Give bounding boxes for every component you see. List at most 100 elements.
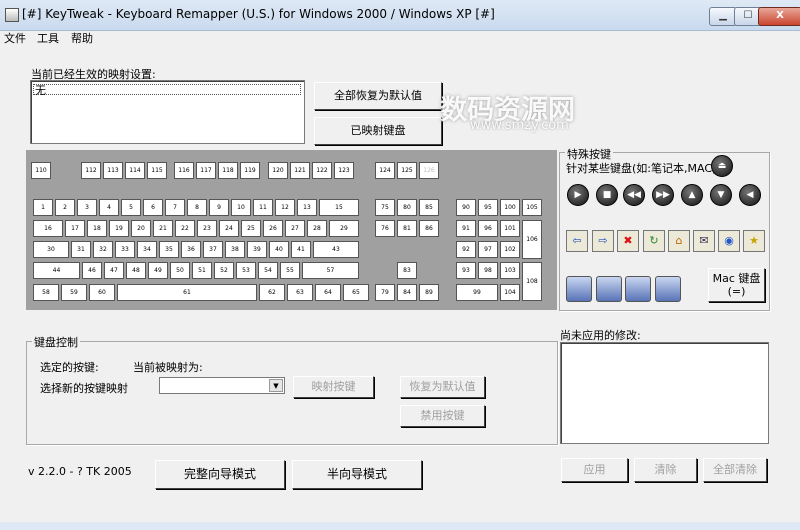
key-126[interactable]: 126 (419, 162, 439, 179)
key-106[interactable]: 106 (522, 220, 542, 259)
key-40[interactable]: 40 (269, 241, 289, 258)
key-89[interactable]: 89 (419, 284, 439, 301)
key-90[interactable]: 90 (456, 199, 476, 216)
key-80[interactable]: 80 (397, 199, 417, 216)
eject-icon[interactable]: ⏏ (711, 155, 733, 177)
mail-icon[interactable]: ✉ (693, 230, 715, 252)
key-59[interactable]: 59 (61, 284, 87, 301)
key-20[interactable]: 20 (131, 220, 151, 237)
key-16[interactable]: 16 (33, 220, 63, 237)
key-12[interactable]: 12 (275, 199, 295, 216)
key-47[interactable]: 47 (104, 262, 124, 279)
key-113[interactable]: 113 (103, 162, 123, 179)
back-arrow-icon[interactable]: ⇦ (566, 230, 588, 252)
key-35[interactable]: 35 (159, 241, 179, 258)
key-99[interactable]: 99 (456, 284, 498, 301)
key-60[interactable]: 60 (89, 284, 115, 301)
half-wizard-button[interactable]: 半向导模式 (292, 460, 422, 489)
key-46[interactable]: 46 (82, 262, 102, 279)
key-3[interactable]: 3 (77, 199, 97, 216)
key-92[interactable]: 92 (456, 241, 476, 258)
key-32[interactable]: 32 (93, 241, 113, 258)
current-mappings-item[interactable]: 无 (33, 84, 301, 96)
key-25[interactable]: 25 (241, 220, 261, 237)
key-64[interactable]: 64 (315, 284, 341, 301)
key-122[interactable]: 122 (312, 162, 332, 179)
key-102[interactable]: 102 (500, 241, 520, 258)
key-116[interactable]: 116 (174, 162, 194, 179)
key-4[interactable]: 4 (99, 199, 119, 216)
stop-icon[interactable]: ■ (596, 184, 618, 206)
key-23[interactable]: 23 (197, 220, 217, 237)
key-22[interactable]: 22 (175, 220, 195, 237)
key-54[interactable]: 54 (258, 262, 278, 279)
volume-up-icon[interactable]: ▲ (681, 184, 703, 206)
key-97[interactable]: 97 (478, 241, 498, 258)
key-9[interactable]: 9 (209, 199, 229, 216)
key-17[interactable]: 17 (65, 220, 85, 237)
key-76[interactable]: 76 (375, 220, 395, 237)
key-125[interactable]: 125 (397, 162, 417, 179)
key-63[interactable]: 63 (287, 284, 313, 301)
show-mapped-button[interactable]: 已映射键盘 (314, 117, 442, 145)
key-52[interactable]: 52 (214, 262, 234, 279)
key-5[interactable]: 5 (121, 199, 141, 216)
key-115[interactable]: 115 (147, 162, 167, 179)
key-44[interactable]: 44 (33, 262, 80, 279)
disable-key-button[interactable]: 禁用按键 (400, 405, 485, 427)
forward-arrow-icon[interactable]: ⇨ (592, 230, 614, 252)
new-mapping-select[interactable]: ▼ (159, 377, 285, 394)
key-37[interactable]: 37 (203, 241, 223, 258)
current-mappings-list[interactable]: 无 (30, 80, 305, 144)
key-110[interactable]: 110 (31, 162, 51, 179)
key-85[interactable]: 85 (419, 199, 439, 216)
key-108[interactable]: 108 (522, 262, 542, 301)
chevron-down-icon[interactable]: ▼ (269, 379, 283, 392)
key-93[interactable]: 93 (456, 262, 476, 279)
key-86[interactable]: 86 (419, 220, 439, 237)
key-53[interactable]: 53 (236, 262, 256, 279)
computer-icon[interactable] (625, 276, 651, 302)
key-105[interactable]: 105 (522, 199, 542, 216)
key-81[interactable]: 81 (397, 220, 417, 237)
key-91[interactable]: 91 (456, 220, 476, 237)
key-101[interactable]: 101 (500, 220, 520, 237)
key-11[interactable]: 11 (253, 199, 273, 216)
key-61[interactable]: 61 (117, 284, 257, 301)
key-28[interactable]: 28 (307, 220, 327, 237)
home-icon[interactable]: ⌂ (668, 230, 690, 252)
key-1[interactable]: 1 (33, 199, 53, 216)
key-120[interactable]: 120 (268, 162, 288, 179)
key-19[interactable]: 19 (109, 220, 129, 237)
restore-all-button[interactable]: 全部恢复为默认值 (314, 82, 442, 110)
web-icon[interactable]: ◉ (718, 230, 740, 252)
key-29[interactable]: 29 (329, 220, 359, 237)
mute-icon[interactable]: ◀ (739, 184, 761, 206)
key-114[interactable]: 114 (125, 162, 145, 179)
key-26[interactable]: 26 (263, 220, 283, 237)
my-computer-icon[interactable] (566, 276, 592, 302)
key-33[interactable]: 33 (115, 241, 135, 258)
key-10[interactable]: 10 (231, 199, 251, 216)
key-36[interactable]: 36 (181, 241, 201, 258)
key-24[interactable]: 24 (219, 220, 239, 237)
calculator-icon[interactable] (655, 276, 681, 302)
key-83[interactable]: 83 (397, 262, 417, 279)
key-118[interactable]: 118 (218, 162, 238, 179)
menu-tools[interactable]: 工具 (37, 30, 59, 46)
menu-help[interactable]: 帮助 (71, 30, 93, 46)
key-15[interactable]: 15 (319, 199, 359, 216)
full-wizard-button[interactable]: 完整向导模式 (155, 460, 285, 489)
key-98[interactable]: 98 (478, 262, 498, 279)
minimize-button[interactable]: ▁ (709, 7, 737, 26)
key-7[interactable]: 7 (165, 199, 185, 216)
key-8[interactable]: 8 (187, 199, 207, 216)
refresh-icon[interactable]: ↻ (643, 230, 665, 252)
key-48[interactable]: 48 (126, 262, 146, 279)
key-79[interactable]: 79 (375, 284, 395, 301)
key-38[interactable]: 38 (225, 241, 245, 258)
restore-default-button[interactable]: 恢复为默认值 (400, 376, 485, 398)
key-41[interactable]: 41 (291, 241, 311, 258)
clear-button[interactable]: 清除 (634, 458, 697, 482)
close-button[interactable]: X (758, 7, 800, 26)
